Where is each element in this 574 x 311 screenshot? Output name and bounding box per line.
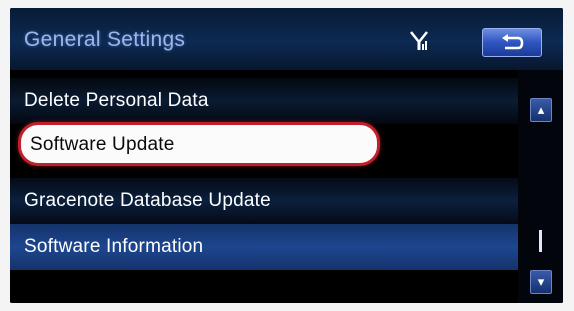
header-bar: General Settings [10, 8, 563, 70]
list-item-gracenote-database-update[interactable]: Gracenote Database Update [10, 178, 518, 224]
back-button[interactable] [482, 28, 542, 57]
scroll-thumb[interactable] [539, 230, 542, 252]
signal-antenna-icon [408, 28, 430, 52]
list-item-software-update[interactable]: Software Update [18, 122, 380, 166]
page-title: General Settings [24, 28, 186, 51]
list-item-delete-personal-data[interactable]: Delete Personal Data [10, 78, 518, 124]
settings-list: Delete Personal Data Software Update Gra… [10, 70, 563, 303]
list-item-software-information[interactable]: Software Information [10, 224, 563, 270]
settings-screen: General Settings Delete Personal Data So… [10, 8, 563, 303]
scroll-up-icon[interactable]: ▴ [530, 98, 552, 122]
scroll-down-icon[interactable]: ▾ [530, 270, 552, 294]
return-arrow-icon [502, 34, 524, 50]
